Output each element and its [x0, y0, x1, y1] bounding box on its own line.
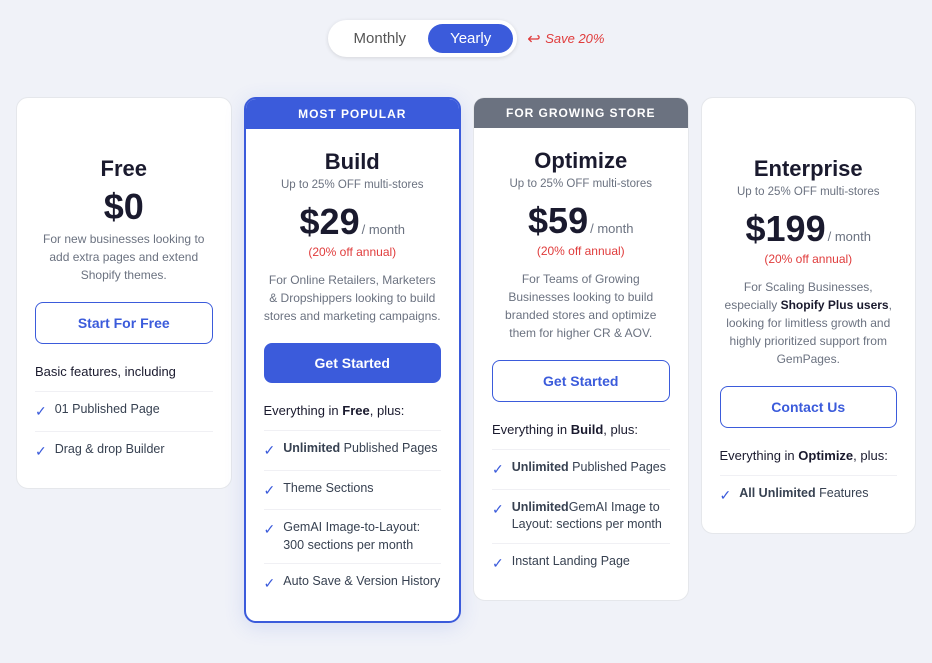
plan-desc-free: For new businesses looking to add extra …: [35, 230, 213, 284]
feature-item: ✓ All Unlimited Features: [720, 475, 898, 515]
feature-item: ✓ Auto Save & Version History: [264, 563, 442, 603]
cta-button-enterprise[interactable]: Contact Us: [720, 386, 898, 428]
check-icon: ✓: [720, 486, 732, 506]
plan-subtitle-optimize: Up to 25% OFF multi-stores: [492, 178, 670, 190]
plan-card-free: Free $0For new businesses looking to add …: [16, 97, 232, 489]
features-label-free: Basic features, including: [35, 364, 213, 379]
plan-badge-build: MOST POPULAR: [246, 99, 460, 129]
plan-price-row-optimize: $59/ month: [492, 200, 670, 242]
plan-body-build: Build Up to 25% OFF multi-stores $29/ mont…: [246, 129, 460, 621]
plan-price-row-free: $0: [35, 186, 213, 228]
plan-price-row-build: $29/ month: [264, 201, 442, 243]
monthly-toggle[interactable]: Monthly: [332, 24, 429, 53]
feature-text: Unlimited Published Pages: [283, 440, 437, 458]
feature-item: ✓ Unlimited Published Pages: [492, 449, 670, 489]
plan-price-build: $29: [300, 201, 360, 243]
save-badge: Save 20%: [527, 31, 604, 46]
features-label-build: Everything in Free, plus:: [264, 403, 442, 418]
plan-name-enterprise: Enterprise: [720, 156, 898, 182]
feature-item: ✓ 01 Published Page: [35, 391, 213, 431]
plan-price-optimize: $59: [528, 200, 588, 242]
plan-body-free: Free $0For new businesses looking to add …: [17, 136, 231, 488]
feature-text: Auto Save & Version History: [283, 573, 440, 591]
check-icon: ✓: [35, 402, 47, 422]
feature-text: All Unlimited Features: [739, 485, 868, 503]
feature-item: ✓ Instant Landing Page: [492, 543, 670, 583]
feature-text: 01 Published Page: [55, 401, 160, 419]
check-icon: ✓: [264, 574, 276, 594]
plan-annual-enterprise: (20% off annual): [720, 252, 898, 266]
plan-name-free: Free: [35, 156, 213, 182]
feature-text: GemAI Image-to-Layout: 300 sections per …: [283, 519, 441, 554]
plan-period-enterprise: / month: [828, 229, 871, 244]
feature-text: Unlimited Published Pages: [512, 459, 666, 477]
plan-annual-build: (20% off annual): [264, 245, 442, 259]
check-icon: ✓: [35, 442, 47, 462]
check-icon: ✓: [264, 441, 276, 461]
feature-item: ✓ Drag & drop Builder: [35, 431, 213, 471]
plan-period-build: / month: [362, 222, 405, 237]
feature-text: UnlimitedGemAI Image to Layout: sections…: [512, 499, 670, 534]
plan-desc-build: For Online Retailers, Marketers & Dropsh…: [264, 271, 442, 325]
feature-item: ✓ Unlimited Published Pages: [264, 430, 442, 470]
cta-button-optimize[interactable]: Get Started: [492, 360, 670, 402]
plan-period-optimize: / month: [590, 221, 633, 236]
plan-badge-enterprise: [702, 98, 916, 136]
plan-price-enterprise: $199: [746, 208, 826, 250]
cta-button-free[interactable]: Start For Free: [35, 302, 213, 344]
check-icon: ✓: [264, 481, 276, 501]
billing-toggle-container: Monthly Yearly Save 20%: [328, 20, 605, 57]
feature-item: ✓ UnlimitedGemAI Image to Layout: section…: [492, 489, 670, 543]
plan-name-build: Build: [264, 149, 442, 175]
check-icon: ✓: [492, 554, 504, 574]
yearly-toggle[interactable]: Yearly: [428, 24, 513, 53]
features-label-enterprise: Everything in Optimize, plus:: [720, 448, 898, 463]
plan-body-optimize: Optimize Up to 25% OFF multi-stores $59/ m…: [474, 128, 688, 600]
plan-subtitle-enterprise: Up to 25% OFF multi-stores: [720, 186, 898, 198]
plan-body-enterprise: Enterprise Up to 25% OFF multi-stores $199…: [702, 136, 916, 533]
plan-desc-enterprise: For Scaling Businesses, especially Shopi…: [720, 278, 898, 368]
plan-annual-optimize: (20% off annual): [492, 244, 670, 258]
plan-badge-optimize: For Growing Store: [474, 98, 688, 128]
feature-item: ✓ GemAI Image-to-Layout: 300 sections per…: [264, 509, 442, 563]
plan-card-optimize: For Growing Store Optimize Up to 25% OFF m…: [473, 97, 689, 601]
plan-desc-optimize: For Teams of Growing Businesses looking …: [492, 270, 670, 342]
feature-text: Drag & drop Builder: [55, 441, 165, 459]
cta-button-build[interactable]: Get Started: [264, 343, 442, 383]
check-icon: ✓: [492, 500, 504, 520]
check-icon: ✓: [492, 460, 504, 480]
pricing-cards: Free $0For new businesses looking to add …: [16, 97, 916, 623]
plan-name-optimize: Optimize: [492, 148, 670, 174]
feature-text: Instant Landing Page: [512, 553, 630, 571]
feature-text: Theme Sections: [283, 480, 373, 498]
plan-price-free: $0: [104, 186, 144, 228]
check-icon: ✓: [264, 520, 276, 540]
toggle-pill[interactable]: Monthly Yearly: [328, 20, 518, 57]
plan-subtitle-build: Up to 25% OFF multi-stores: [264, 179, 442, 191]
plan-badge-free: [17, 98, 231, 136]
plan-card-enterprise: Enterprise Up to 25% OFF multi-stores $199…: [701, 97, 917, 534]
feature-item: ✓ Theme Sections: [264, 470, 442, 510]
plan-price-row-enterprise: $199/ month: [720, 208, 898, 250]
plan-card-build: MOST POPULAR Build Up to 25% OFF multi-sto…: [244, 97, 462, 623]
features-label-optimize: Everything in Build, plus:: [492, 422, 670, 437]
